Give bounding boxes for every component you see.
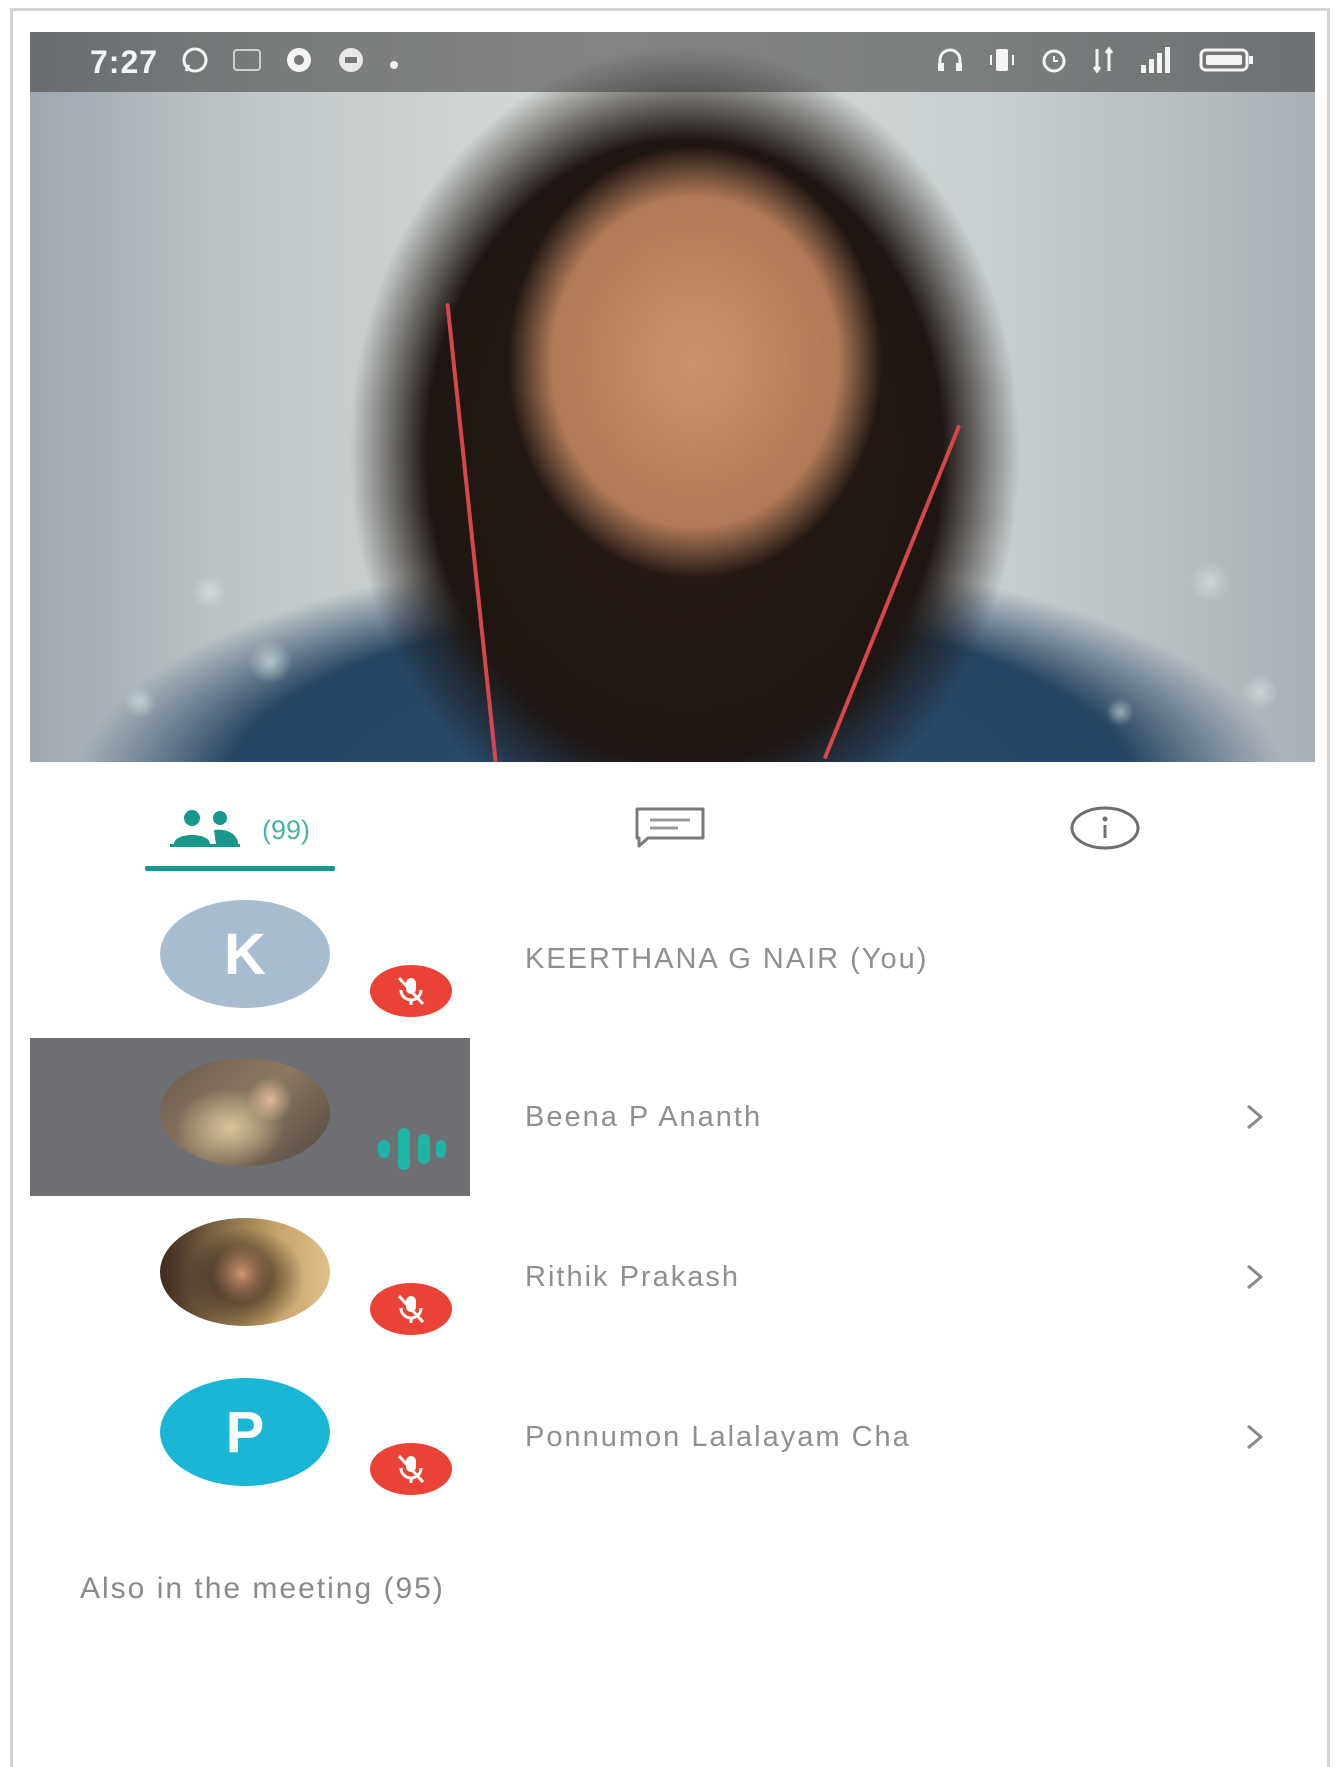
tab-info[interactable] xyxy=(1060,780,1150,880)
main-video-feed[interactable]: 7:27 xyxy=(30,32,1315,762)
avatar-initial: K xyxy=(224,921,266,987)
chat-icon xyxy=(634,806,706,855)
people-count: (99) xyxy=(261,814,310,845)
participant-row[interactable]: Beena P Ananth xyxy=(30,1038,1315,1196)
chevron-right-icon[interactable] xyxy=(1235,1038,1275,1196)
avatar xyxy=(160,1058,330,1166)
dot-icon xyxy=(388,49,400,75)
avatar xyxy=(160,1218,330,1326)
mic-off-icon xyxy=(370,1443,452,1495)
signal-icon xyxy=(1137,45,1177,79)
app-icon xyxy=(336,45,366,79)
mic-off-icon xyxy=(370,965,452,1017)
video-background-pattern xyxy=(30,462,1315,762)
participant-name: Beena P Ananth xyxy=(525,1100,763,1133)
tab-people[interactable]: (99) xyxy=(145,780,335,880)
whatsapp-icon xyxy=(180,45,210,79)
participant-name: KEERTHANA G NAIR (You) xyxy=(525,942,929,975)
chevron-right-icon[interactable] xyxy=(1235,1198,1275,1356)
active-tab-indicator xyxy=(145,866,335,871)
participant-row[interactable]: Rithik Prakash xyxy=(30,1198,1315,1356)
avatar: K xyxy=(160,900,330,1008)
participant-row[interactable]: P Ponnumon Lalalayam Cha xyxy=(30,1358,1315,1516)
alarm-icon xyxy=(1039,45,1069,79)
notification-icon xyxy=(232,47,262,77)
vibrate-icon xyxy=(987,45,1017,79)
record-icon xyxy=(284,45,314,79)
participant-row[interactable]: K KEERTHANA G NAIR (You) xyxy=(30,880,1315,1038)
participant-name: Rithik Prakash xyxy=(525,1260,740,1293)
status-bar: 7:27 xyxy=(30,32,1315,92)
also-in-meeting-header[interactable]: Also in the meeting (95) xyxy=(80,1572,445,1606)
mic-off-icon xyxy=(370,1283,452,1335)
headset-icon xyxy=(935,45,965,79)
info-icon xyxy=(1069,804,1141,857)
speaking-indicator-icon xyxy=(376,1126,448,1172)
avatar-initial: P xyxy=(225,1399,265,1465)
avatar: P xyxy=(160,1378,330,1486)
people-icon xyxy=(169,808,248,853)
meeting-tabs: (99) xyxy=(30,780,1315,880)
battery-icon xyxy=(1199,45,1255,79)
tab-chat[interactable] xyxy=(625,780,715,880)
status-time: 7:27 xyxy=(90,43,159,80)
data-icon xyxy=(1091,45,1115,79)
chevron-right-icon[interactable] xyxy=(1235,1358,1275,1516)
participant-name: Ponnumon Lalalayam Cha xyxy=(525,1420,911,1453)
